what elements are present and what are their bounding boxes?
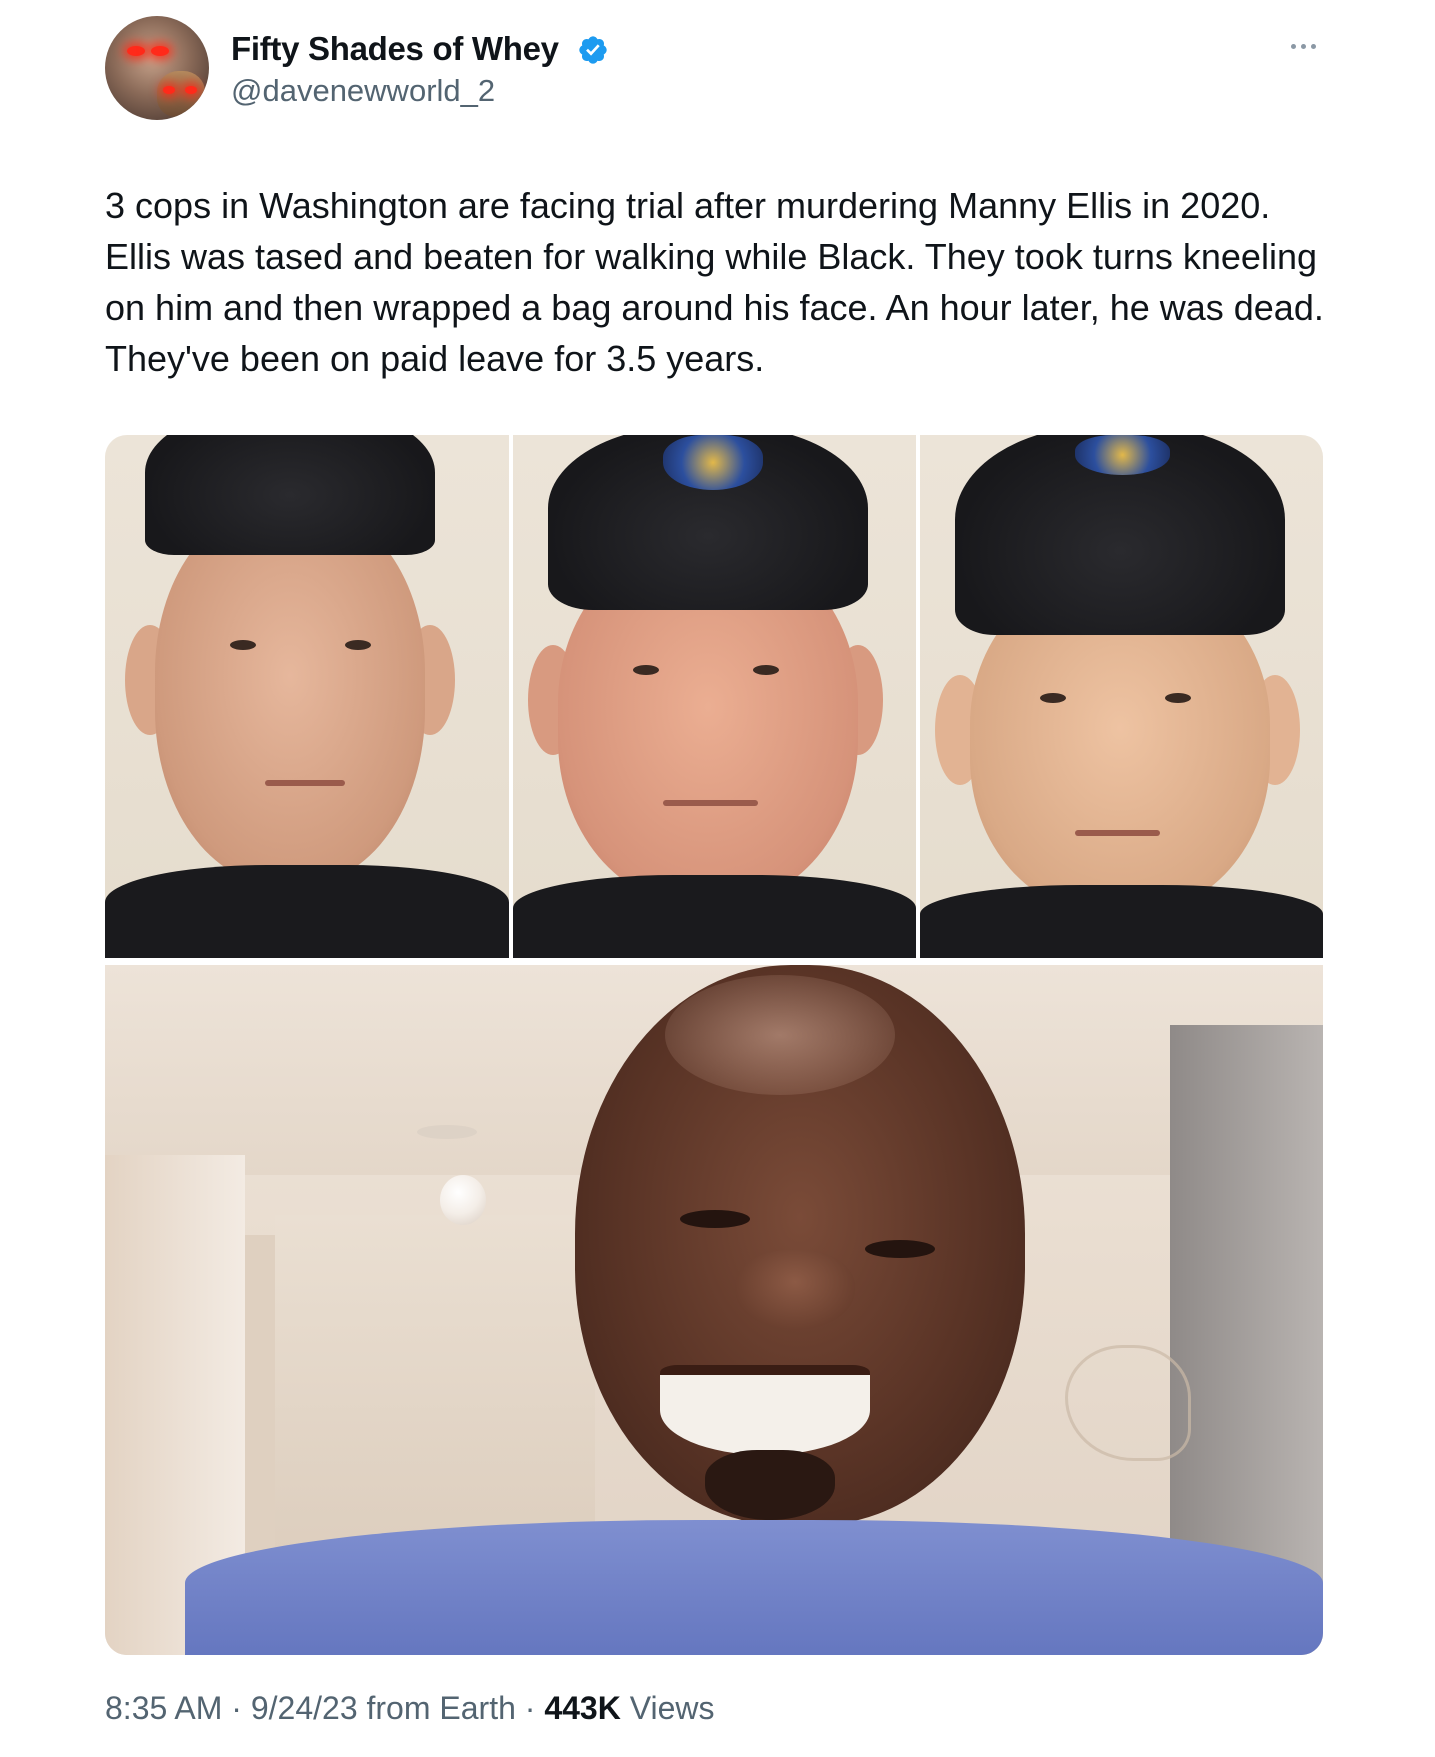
eye (865, 1240, 935, 1258)
more-options-icon[interactable] (1285, 36, 1321, 56)
ceiling-fixture (417, 1125, 477, 1139)
goatee (705, 1450, 835, 1520)
mouth (265, 780, 345, 786)
tweet-metadata: 8:35 AM · 9/24/23 from Earth · 443K View… (105, 1690, 714, 1727)
more-dot (1290, 43, 1296, 49)
media-photo-officer-2[interactable] (513, 435, 916, 958)
eye (1165, 693, 1191, 703)
user-handle[interactable]: @davenewworld_2 (231, 73, 495, 109)
more-dot (1310, 43, 1316, 49)
uniform (513, 875, 916, 958)
cap-badge (663, 435, 763, 490)
shirt (185, 1520, 1323, 1655)
nose (735, 1250, 855, 1330)
separator-dot: · (222, 1690, 251, 1726)
display-name[interactable]: Fifty Shades of Whey (231, 30, 559, 68)
avatar-red-eye-right (151, 46, 169, 56)
cap-badge (1075, 435, 1170, 475)
more-dot (1300, 43, 1306, 49)
avatar-dog (157, 71, 205, 117)
views-count[interactable]: 443K (544, 1690, 621, 1726)
tweet-date[interactable]: 9/24/23 (251, 1690, 358, 1726)
views-label: Views (620, 1690, 715, 1726)
avatar-dog-eye-left (163, 86, 175, 94)
cap (145, 435, 435, 555)
avatar-dog-eye-right (185, 86, 197, 94)
uniform (920, 885, 1323, 958)
ceiling-light (440, 1175, 486, 1225)
smile (660, 1365, 870, 1455)
mouth (1075, 830, 1160, 836)
eye (345, 640, 371, 650)
tweet-text: 3 cops in Washington are facing trial af… (105, 185, 1324, 379)
tweet-media-grid[interactable] (105, 435, 1323, 1655)
separator-dot: · (515, 1690, 545, 1726)
media-photo-officer-3[interactable] (920, 435, 1323, 958)
tweet: Fifty Shades of Whey @davenewworld_2 3 c… (0, 0, 1435, 1757)
face (155, 505, 425, 885)
eye (1040, 693, 1066, 703)
scalp-highlight (665, 975, 895, 1095)
verified-badge-icon (579, 36, 607, 64)
media-photo-manny-ellis[interactable] (105, 965, 1323, 1655)
eye (230, 640, 256, 650)
mouth (663, 800, 758, 806)
eye (680, 1210, 750, 1228)
profile-avatar[interactable] (105, 16, 209, 120)
tweet-time[interactable]: 8:35 AM (105, 1690, 222, 1726)
uniform (105, 865, 509, 958)
media-photo-officer-1[interactable] (105, 435, 509, 958)
tweet-source: from Earth (357, 1690, 516, 1726)
avatar-red-eye-left (127, 46, 145, 56)
eye (633, 665, 659, 675)
eye (753, 665, 779, 675)
